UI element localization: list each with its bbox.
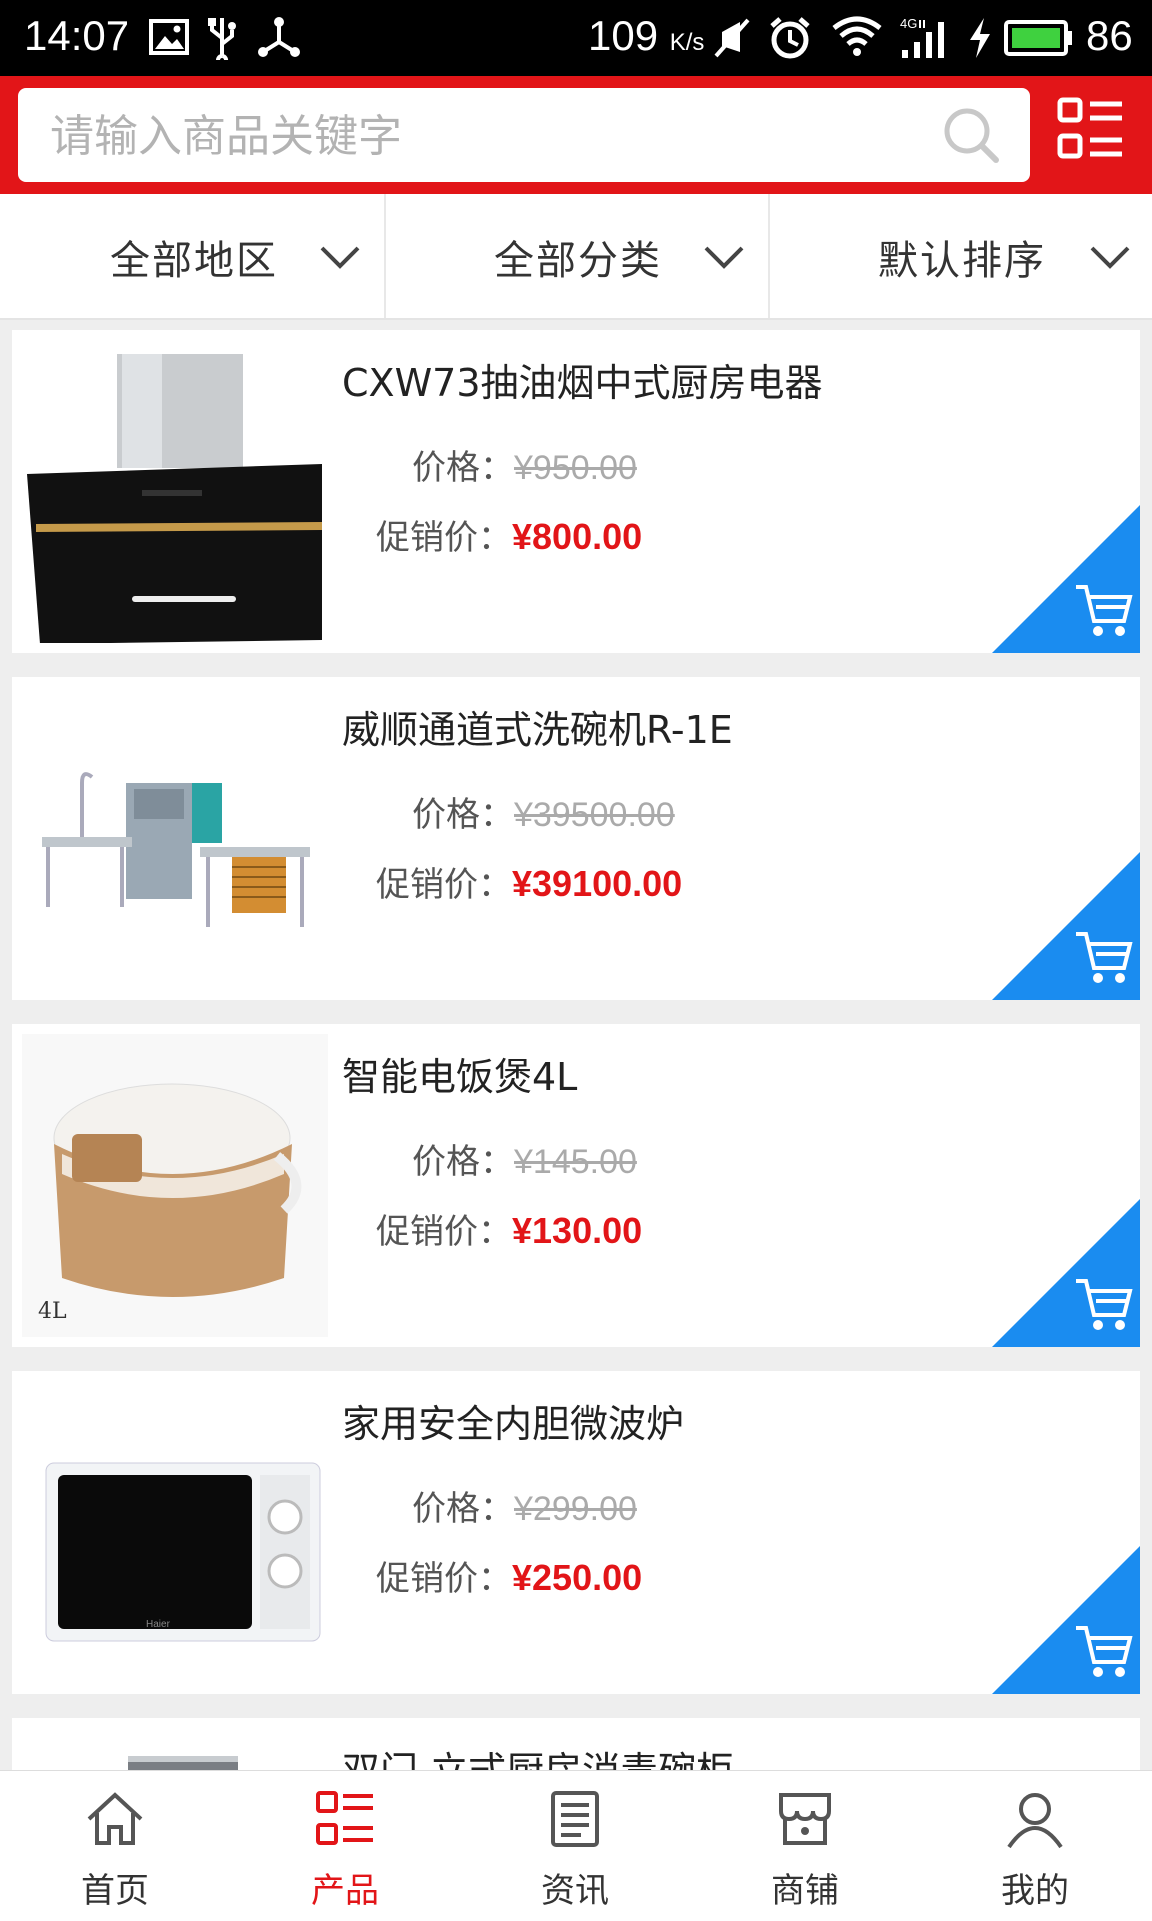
alarm-icon	[770, 17, 810, 59]
thumb-brand-label: Haier	[146, 1619, 171, 1630]
add-to-cart-button[interactable]	[992, 852, 1140, 1000]
filter-category-label: 全部分类	[494, 238, 662, 284]
tab-home[interactable]: 首页	[0, 1771, 230, 1921]
rice-cooker-image: 4L	[22, 1034, 328, 1337]
product-name: 智能电饭煲4L	[342, 1055, 578, 1099]
wifi-icon	[832, 16, 882, 56]
search-input[interactable]	[48, 88, 932, 184]
mute-icon	[714, 18, 750, 58]
product-card[interactable]: 4L 智能电饭煲4L 价格：¥145.00 促销价：¥130.00	[12, 1024, 1140, 1347]
battery-icon	[1004, 20, 1072, 56]
svg-text:4G: 4G	[900, 16, 917, 31]
dishwasher-image	[22, 687, 328, 990]
promo-price-label: 促销价：	[376, 865, 512, 905]
original-price: ¥39500.00	[514, 796, 675, 834]
add-to-cart-button[interactable]	[992, 1546, 1140, 1694]
product-card[interactable]: CXW73抽油烟中式厨房电器 价格：¥950.00 促销价：¥800.00	[12, 330, 1140, 653]
product-name: 家用安全内胆微波炉	[342, 1402, 685, 1446]
grid-list-icon	[316, 1791, 373, 1845]
search-icon[interactable]	[942, 106, 1000, 164]
image-icon	[149, 19, 189, 55]
original-price-label: 价格：	[412, 1489, 514, 1529]
original-price-row: 价格：¥39500.00	[412, 787, 675, 836]
promo-price-label: 促销价：	[376, 518, 512, 558]
filter-category[interactable]: 全部分类	[386, 194, 769, 318]
tab-home-label: 首页	[81, 1871, 149, 1911]
chevron-down-icon	[1090, 246, 1130, 269]
shop-icon	[779, 1793, 831, 1845]
promo-price-label: 促销价：	[376, 1559, 512, 1599]
filter-sort-label: 默认排序	[878, 238, 1046, 284]
tab-shop[interactable]: 商铺	[690, 1771, 920, 1921]
chevron-down-icon	[320, 246, 360, 269]
microwave-image: Haier	[22, 1381, 328, 1684]
product-card[interactable]: Haier 家用安全内胆微波炉 价格：¥299.00 促销价：¥250.00	[12, 1371, 1140, 1694]
network-speed: 109 K/s	[588, 12, 705, 59]
original-price-row: 价格：¥950.00	[412, 440, 637, 489]
tab-products-label: 产品	[311, 1871, 379, 1911]
status-bar: 14:07 109 K/s 4G 86	[0, 0, 1152, 76]
filter-bar: 全部地区 全部分类 默认排序	[0, 194, 1152, 320]
filter-region-label: 全部地区	[110, 238, 278, 284]
search-box[interactable]	[18, 88, 1030, 184]
4g-signal-icon: 4G	[900, 16, 944, 58]
tab-shop-label: 商铺	[771, 1871, 839, 1911]
user-icon	[1007, 1793, 1063, 1849]
home-icon	[87, 1792, 143, 1845]
original-price-row: 价格：¥145.00	[412, 1134, 637, 1183]
promo-price-label: 促销价：	[376, 1212, 512, 1252]
add-to-cart-button[interactable]	[992, 1199, 1140, 1347]
bottom-tab-bar: 首页 产品 资讯 商铺 我的	[0, 1770, 1152, 1921]
thumb-capacity-label: 4L	[38, 1299, 67, 1324]
promo-price: ¥800.00	[512, 516, 643, 557]
tab-news[interactable]: 资讯	[460, 1771, 690, 1921]
promo-price-row: 促销价：¥250.00	[376, 1551, 642, 1600]
chevron-down-icon	[704, 246, 744, 269]
product-card[interactable]: 威顺通道式洗碗机R-1E 价格：¥39500.00 促销价：¥39100.00	[12, 677, 1140, 1000]
tab-news-label: 资讯	[541, 1871, 609, 1911]
filter-region[interactable]: 全部地区	[0, 194, 383, 318]
header-bar	[0, 76, 1152, 194]
add-to-cart-button[interactable]	[992, 505, 1140, 653]
original-price: ¥145.00	[514, 1143, 637, 1181]
tab-mine-label: 我的	[1001, 1871, 1069, 1911]
promo-price: ¥250.00	[512, 1557, 643, 1598]
news-icon	[551, 1791, 599, 1847]
promo-price: ¥39100.00	[512, 863, 683, 904]
original-price: ¥299.00	[514, 1490, 637, 1528]
usb-icon	[208, 18, 236, 60]
share-icon	[258, 17, 300, 57]
range-hood-image	[22, 340, 328, 643]
status-time: 14:07	[24, 12, 130, 59]
promo-price-row: 促销价：¥39100.00	[376, 857, 682, 906]
original-price-label: 价格：	[412, 448, 514, 488]
original-price: ¥950.00	[514, 449, 637, 487]
promo-price-row: 促销价：¥800.00	[376, 510, 642, 559]
product-name: 威顺通道式洗碗机R-1E	[342, 708, 733, 752]
tab-products[interactable]: 产品	[230, 1771, 460, 1921]
original-price-label: 价格：	[412, 795, 514, 835]
charging-icon	[970, 18, 990, 58]
promo-price: ¥130.00	[512, 1210, 643, 1251]
category-menu-icon[interactable]	[1056, 96, 1128, 168]
original-price-label: 价格：	[412, 1142, 514, 1182]
tab-mine[interactable]: 我的	[920, 1771, 1150, 1921]
promo-price-row: 促销价：¥130.00	[376, 1204, 642, 1253]
battery-percent: 86	[1086, 12, 1133, 59]
original-price-row: 价格：¥299.00	[412, 1481, 637, 1530]
filter-sort[interactable]: 默认排序	[770, 194, 1152, 318]
product-name: CXW73抽油烟中式厨房电器	[342, 361, 823, 405]
